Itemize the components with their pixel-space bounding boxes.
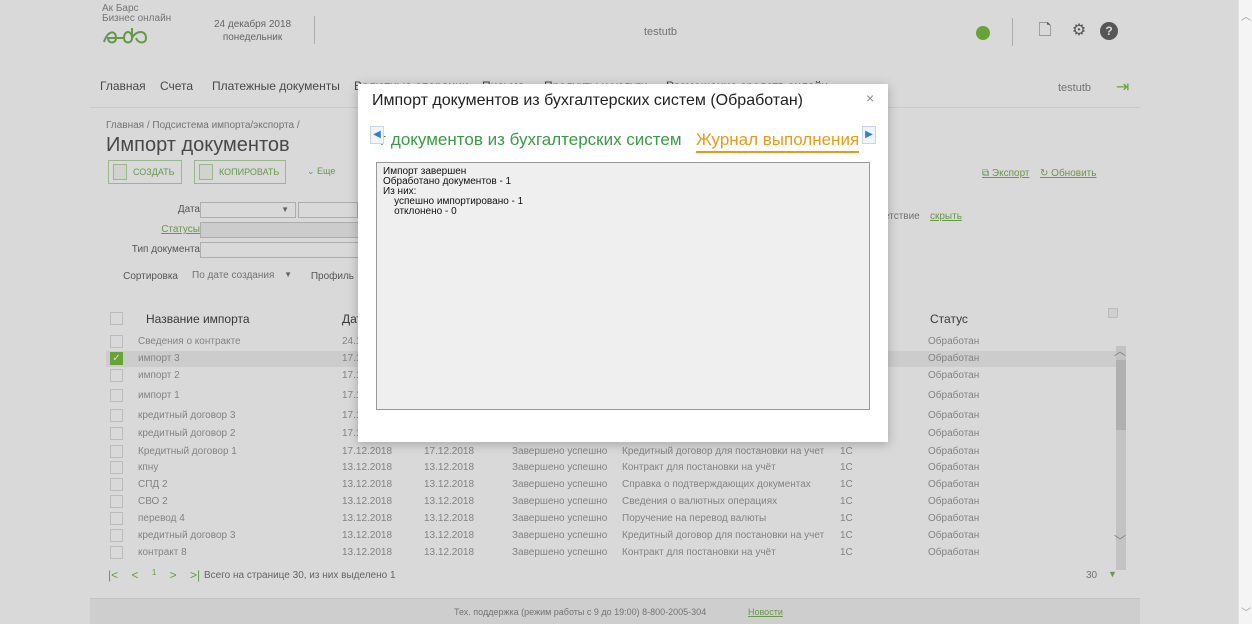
- import-dialog: Импорт документов из бухгалтерских систе…: [358, 84, 888, 442]
- dialog-title: Импорт документов из бухгалтерских систе…: [372, 92, 804, 109]
- chevron-up-icon[interactable]: ︿: [1241, 8, 1251, 23]
- tabs-prev-icon[interactable]: ◀: [370, 126, 384, 144]
- browser-scrollbar[interactable]: [1238, 0, 1252, 624]
- tab-execution-log[interactable]: Журнал выполнения: [696, 130, 860, 153]
- dialog-tabs: г документов из бухгалтерских систем Жур…: [368, 126, 878, 156]
- execution-log: Импорт завершен Обработано документов - …: [376, 162, 870, 410]
- chevron-down-icon[interactable]: ﹀: [1241, 604, 1251, 619]
- close-icon[interactable]: ×: [866, 90, 874, 106]
- tab-import-systems[interactable]: г документов из бухгалтерских систем: [380, 130, 682, 150]
- tabs-next-icon[interactable]: ▶: [862, 126, 876, 144]
